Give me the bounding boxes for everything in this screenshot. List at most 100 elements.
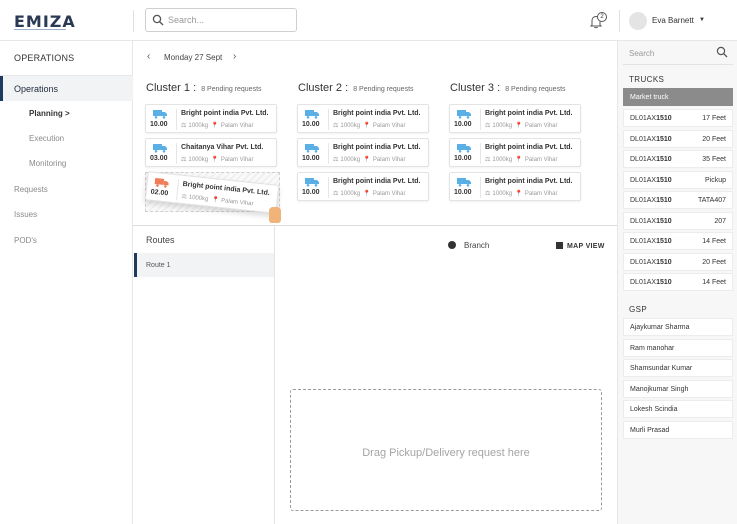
location-value: Palam Vihar [220,157,254,163]
routes-title: Routes [146,235,175,245]
request-card[interactable]: 10.00 Bright point india Pvt. Ltd. ⚖ 1000… [297,104,429,133]
truck-type: 14 Feet [702,279,726,286]
weight-value: 1000kg [188,123,209,129]
map-view-label: MAP VIEW [567,243,605,250]
truck-type: 35 Feet [702,156,726,163]
truck-item[interactable]: DL01AX1510 14 Feet [623,232,733,250]
truck-item[interactable]: DL01AX1510 17 Feet [623,109,733,127]
drop-zone-text: Drag Pickup/Delivery request here [362,447,530,459]
search-icon [152,14,164,26]
gsp-name: Shamsundar Kumar [630,365,693,372]
gsp-item[interactable]: Shamsundar Kumar [623,359,733,377]
drop-zone[interactable]: Drag Pickup/Delivery request here [290,389,602,511]
gsp-item[interactable]: Murli Prasad [623,421,733,439]
global-search-input[interactable] [168,12,288,28]
notification-count-badge: 2 [597,12,607,22]
truck-item[interactable]: DL01AX1510 14 Feet [623,273,733,291]
cluster-title-text: Cluster 2 : [298,82,349,94]
location-value: Palam Vihar [524,191,558,197]
avatar[interactable] [629,12,647,30]
gsp-item[interactable]: Ram manohar [623,339,733,357]
truck-item[interactable]: DL01AX1510 20 Feet [623,130,733,148]
company-name: Chaitanya Vihar Pvt. Ltd. [181,144,264,151]
request-card[interactable]: 10.00 Bright point india Pvt. Ltd. ⚖ 1000… [297,138,429,167]
request-card[interactable]: 03.00 Chaitanya Vihar Pvt. Ltd. ⚖ 1000kg … [145,138,277,167]
card-divider [480,143,481,164]
location-value: Palam Vihar [220,123,254,129]
next-date-chevron-icon[interactable]: › [233,51,236,62]
truck-item[interactable]: DL01AX1510 207 [623,212,733,230]
weight-icon: ⚖ [181,123,187,129]
cluster-2-title: Cluster 2 : 8 Pending requests [298,82,414,94]
gsp-item[interactable]: Ajaykumar Sharma [623,318,733,336]
location-value: Palam Vihar [372,157,406,163]
card-meta: ⚖1000kg 📍Palam Vihar [181,122,253,129]
sidebar-item-requests[interactable]: Requests [14,185,48,194]
chevron-down-icon[interactable]: ▼ [699,17,705,23]
request-card[interactable]: 10.00 Bright point india Pvt. Ltd. ⚖ 1000… [145,104,277,133]
route-item[interactable]: Route 1 [134,253,274,277]
sidebar-title: OPERATIONS [14,53,75,63]
header-divider-right [619,10,620,32]
weight-icon: ⚖ [485,123,491,129]
truck-item[interactable]: DL01AX1510 Pickup [623,171,733,189]
trucks-title: TRUCKS [629,75,665,84]
pickup-time: 10.00 [302,189,320,196]
prev-date-chevron-icon[interactable]: ‹ [147,51,150,62]
weight-icon: ⚖ [333,157,339,163]
sidebar-item-operations[interactable]: Operations [0,76,133,101]
location-value: Palam Vihar [372,191,406,197]
map-icon [556,242,563,249]
location-pin-icon: 📍 [515,191,523,197]
gsp-item[interactable]: Manojkumar Singh [623,380,733,398]
truck-plate: DL01AX1510 [630,197,672,204]
location-pin-icon: 📍 [363,157,371,163]
weight-icon: ⚖ [333,191,339,197]
search-icon[interactable] [716,46,728,58]
truck-item-selected[interactable]: Market truck [623,88,733,106]
global-search[interactable] [145,8,297,32]
branch-legend-label: Branch [464,241,490,250]
weight-icon: ⚖ [485,191,491,197]
sidebar-item-execution[interactable]: Execution [29,134,64,143]
truck-search-input[interactable]: Search [629,49,654,58]
sidebar-item-monitoring[interactable]: Monitoring [29,159,66,168]
card-divider [328,109,329,130]
request-card[interactable]: 10.00 Bright point india Pvt. Ltd. ⚖ 1000… [449,138,581,167]
card-divider [480,109,481,130]
truck-item[interactable]: DL01AX1510 20 Feet [623,253,733,271]
truck-item[interactable]: DL01AX1510 35 Feet [623,150,733,168]
location-pin-icon: 📍 [211,157,219,163]
truck-plate: DL01AX1510 [630,156,672,163]
card-meta: ⚖1000kg 📍Palam Vihar [181,156,253,163]
pending-count: 8 Pending requests [353,86,414,93]
pending-count: 8 Pending requests [505,86,566,93]
card-meta: ⚖1000kg 📍Palam Vihar [485,156,557,163]
truck-item[interactable]: DL01AX1510 TATA407 [623,191,733,209]
sidebar-item-issues[interactable]: Issues [14,210,37,219]
map-view-button[interactable]: MAP VIEW [556,242,605,250]
location-pin-icon: 📍 [515,123,523,129]
sidebar-item-pods[interactable]: POD's [14,236,37,245]
route-label: Route 1 [146,262,171,269]
pickup-time: 10.00 [454,121,472,128]
truck-plate: DL01AX1510 [630,136,672,143]
truck-plate: DL01AX1510 [630,238,672,245]
sidebar-item-planning[interactable]: Planning > [29,109,70,118]
card-divider [176,109,177,130]
truck-icon [154,177,169,188]
truck-plate: DL01AX1510 [630,218,672,225]
truck-icon [153,110,167,119]
company-name: Bright point india Pvt. Ltd. [181,110,269,117]
cluster-3-title: Cluster 3 : 8 Pending requests [450,82,566,94]
card-divider [328,143,329,164]
truck-type: 20 Feet [702,259,726,266]
user-name[interactable]: Eva Barnett [652,16,694,25]
header-divider [133,10,134,32]
weight-icon: ⚖ [181,193,188,201]
request-card[interactable]: 10.00 Bright point india Pvt. Ltd. ⚖ 1000… [449,172,581,201]
request-card[interactable]: 10.00 Bright point india Pvt. Ltd. ⚖ 1000… [449,104,581,133]
request-card[interactable]: 10.00 Bright point india Pvt. Ltd. ⚖ 1000… [297,172,429,201]
gsp-item[interactable]: Lokesh Scindia [623,400,733,418]
card-divider [480,177,481,198]
